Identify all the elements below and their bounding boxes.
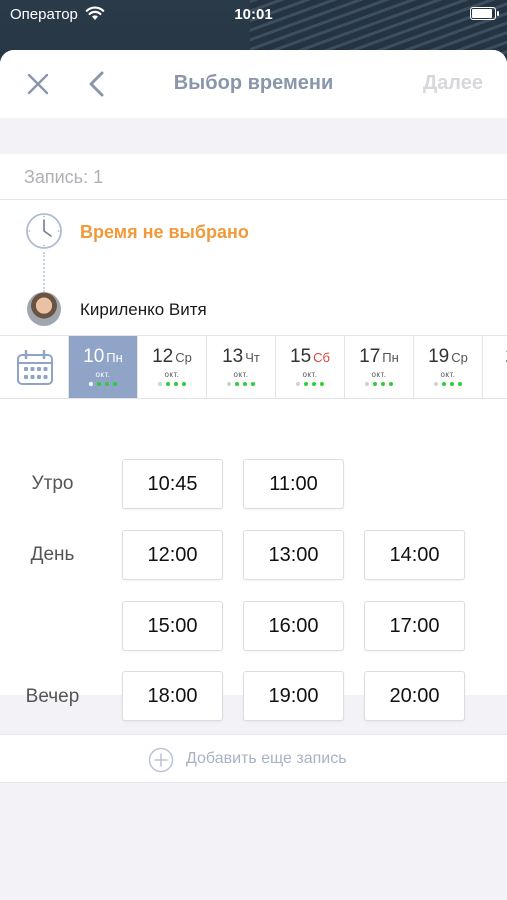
availability-dot bbox=[89, 382, 93, 386]
availability-dot bbox=[158, 382, 162, 386]
weekday-label: Ср bbox=[451, 350, 468, 365]
availability-dots bbox=[345, 382, 413, 388]
availability-dot bbox=[296, 382, 300, 386]
next-button[interactable]: Далее bbox=[423, 72, 483, 95]
availability-dots bbox=[483, 371, 507, 377]
time-slots-panel: Утро 10:45 11:00 День 12:00 13:00 14:00 … bbox=[0, 399, 507, 721]
time-slot[interactable]: 10:45 bbox=[122, 459, 223, 509]
date-cell[interactable]: 10 Пн окт. bbox=[69, 336, 138, 398]
avatar bbox=[27, 292, 61, 326]
time-slot[interactable]: 13:00 bbox=[243, 530, 344, 580]
availability-dot bbox=[381, 382, 385, 386]
availability-dots bbox=[414, 382, 482, 388]
weekday-label: Сб bbox=[313, 350, 330, 365]
time-slot[interactable]: 18:00 bbox=[122, 671, 223, 721]
month-label: окт. bbox=[95, 370, 111, 379]
month-label: окт. bbox=[440, 370, 456, 379]
availability-dot bbox=[243, 382, 247, 386]
availability-dot bbox=[373, 382, 377, 386]
time-slot[interactable]: 17:00 bbox=[364, 601, 465, 651]
availability-dot bbox=[304, 382, 308, 386]
availability-dots bbox=[138, 382, 206, 388]
clock-time: 10:01 bbox=[234, 6, 273, 23]
specialist-name: Кириленко Витя bbox=[80, 300, 207, 319]
availability-dot bbox=[458, 382, 462, 386]
availability-dots bbox=[276, 382, 344, 388]
date-cell[interactable]: 15 Сб окт. bbox=[276, 336, 345, 398]
time-slot[interactable]: 20:00 bbox=[364, 671, 465, 721]
clock-icon bbox=[26, 213, 62, 249]
availability-dot bbox=[365, 382, 369, 386]
navigation-bar: Выбор времени Далее bbox=[0, 50, 507, 118]
time-status: Время не выбрано bbox=[80, 222, 249, 242]
time-slot[interactable]: 16:00 bbox=[243, 601, 344, 651]
weekday-label: Пн bbox=[382, 350, 399, 365]
timeline-connector bbox=[43, 252, 45, 292]
availability-dot bbox=[251, 382, 255, 386]
weekday-label: Пн bbox=[106, 350, 123, 365]
availability-dot bbox=[320, 382, 324, 386]
add-record-button[interactable]: Добавить еще запись bbox=[0, 734, 507, 783]
month-label: окт. bbox=[302, 370, 318, 379]
weekday-label: Чт bbox=[245, 350, 260, 365]
availability-dot bbox=[105, 382, 109, 386]
availability-dot bbox=[312, 382, 316, 386]
add-record-label: Добавить еще запись bbox=[186, 750, 347, 767]
booking-sheet: Выбор времени Далее Запись: 1 Время не в… bbox=[0, 50, 507, 900]
availability-dot bbox=[389, 382, 393, 386]
availability-dot bbox=[235, 382, 239, 386]
date-cell[interactable]: 13 Чт окт. bbox=[207, 336, 276, 398]
date-cell[interactable]: 12 Ср окт. bbox=[138, 336, 207, 398]
availability-dot bbox=[227, 382, 231, 386]
availability-dot bbox=[166, 382, 170, 386]
time-slot[interactable]: 15:00 bbox=[122, 601, 223, 651]
date-number: 19 bbox=[428, 346, 450, 367]
date-number: 12 bbox=[152, 346, 174, 367]
record-title: Запись: 1 bbox=[24, 167, 104, 187]
month-label: окт. bbox=[233, 370, 249, 379]
availability-dot bbox=[182, 382, 186, 386]
calendar-icon bbox=[17, 350, 53, 385]
period-label-day: День bbox=[30, 544, 75, 565]
period-label-morning: Утро bbox=[31, 473, 74, 494]
date-cell[interactable]: 20 bbox=[483, 336, 507, 398]
date-picker-strip[interactable]: 10 Пн окт. 12 Ср окт. 13 Чт окт. 15 Сб окт. 17 Пн окт.… bbox=[0, 335, 507, 399]
availability-dots bbox=[207, 382, 275, 388]
date-cell[interactable]: 19 Ср окт. bbox=[414, 336, 483, 398]
status-bar: Оператор 10:01 bbox=[0, 0, 507, 30]
availability-dot bbox=[113, 382, 117, 386]
record-header: Запись: 1 bbox=[0, 154, 507, 200]
selection-summary: Время не выбрано Кириленко Витя bbox=[0, 200, 507, 335]
date-number: 17 bbox=[359, 346, 381, 367]
month-label: окт. bbox=[164, 370, 180, 379]
availability-dot bbox=[442, 382, 446, 386]
date-number: 15 bbox=[290, 346, 312, 367]
availability-dots bbox=[69, 382, 137, 388]
period-label-evening: Вечер bbox=[25, 686, 80, 707]
time-slot[interactable]: 12:00 bbox=[122, 530, 223, 580]
battery-icon bbox=[470, 7, 499, 20]
availability-dot bbox=[97, 382, 101, 386]
date-number: 10 bbox=[83, 346, 105, 367]
availability-dot bbox=[174, 382, 178, 386]
time-slot[interactable]: 11:00 bbox=[243, 459, 344, 509]
weekday-label: Ср bbox=[175, 350, 192, 365]
month-label: окт. bbox=[371, 370, 387, 379]
date-number: 13 bbox=[222, 346, 244, 367]
date-cell[interactable]: 17 Пн окт. bbox=[345, 336, 414, 398]
plus-circle-icon bbox=[148, 747, 174, 773]
time-slot[interactable]: 14:00 bbox=[364, 530, 465, 580]
time-slot[interactable]: 19:00 bbox=[243, 671, 344, 721]
availability-dot bbox=[450, 382, 454, 386]
availability-dot bbox=[434, 382, 438, 386]
calendar-button[interactable] bbox=[0, 336, 69, 398]
